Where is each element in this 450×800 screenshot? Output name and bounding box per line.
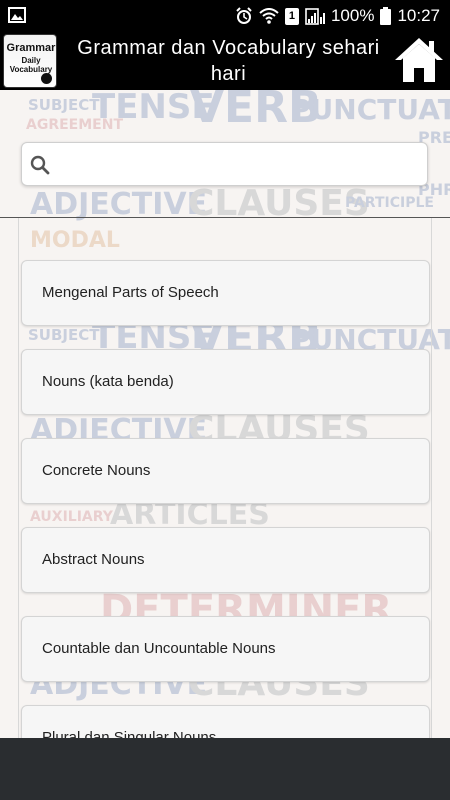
list-item[interactable]: Concrete Nouns [21,438,430,504]
list-item[interactable]: Abstract Nouns [21,527,430,593]
battery-percent: 100% [330,6,375,25]
signal-icon [305,7,325,25]
app-logo: Grammar Daily Vocabulary [3,34,57,88]
wifi-icon [259,8,279,24]
list-item[interactable]: Mengenal Parts of Speech [21,260,430,326]
list-item[interactable]: Nouns (kata benda) [21,349,430,415]
search-input[interactable] [56,149,416,179]
list-item-label: Mengenal Parts of Speech [42,284,219,301]
battery-icon [380,7,392,25]
list-item-label: Countable dan Uncountable Nouns [42,640,276,657]
list-item-label: Abstract Nouns [42,551,145,568]
search-icon [30,155,50,175]
list-item[interactable]: Countable dan Uncountable Nouns [21,616,430,682]
list-item-label: Concrete Nouns [42,462,151,479]
search-box[interactable] [21,142,428,186]
list-item[interactable]: Plural dan Singular Nouns [21,705,430,738]
logo-line: Daily [21,56,41,65]
list-item-label: Plural dan Singular Nouns [42,729,217,738]
app-title: Grammar dan Vocabulary sehari hari [77,37,380,85]
image-icon [8,7,26,23]
list-item-label: Nouns (kata benda) [42,373,174,390]
status-bar: 1 100% 10:27 [0,0,450,32]
alarm-icon [235,7,253,25]
bottom-bar [0,738,450,800]
sim-icon: 1 [284,7,299,25]
status-icons: 1 100% 10:27 [235,5,440,27]
topic-list: Mengenal Parts of Speech Nouns (kata ben… [18,218,432,738]
search-area [0,90,450,218]
home-icon [395,38,443,82]
app-bar: Grammar Daily Vocabulary Grammar dan Voc… [0,32,450,90]
logo-line: Grammar [6,42,56,54]
clock: 10:27 [397,6,440,25]
logo-badge-icon [41,73,52,84]
content-area: SUBJECT TENSE VERB PUNCTUATION AGREEMENT… [0,90,450,738]
home-button[interactable] [394,36,444,84]
